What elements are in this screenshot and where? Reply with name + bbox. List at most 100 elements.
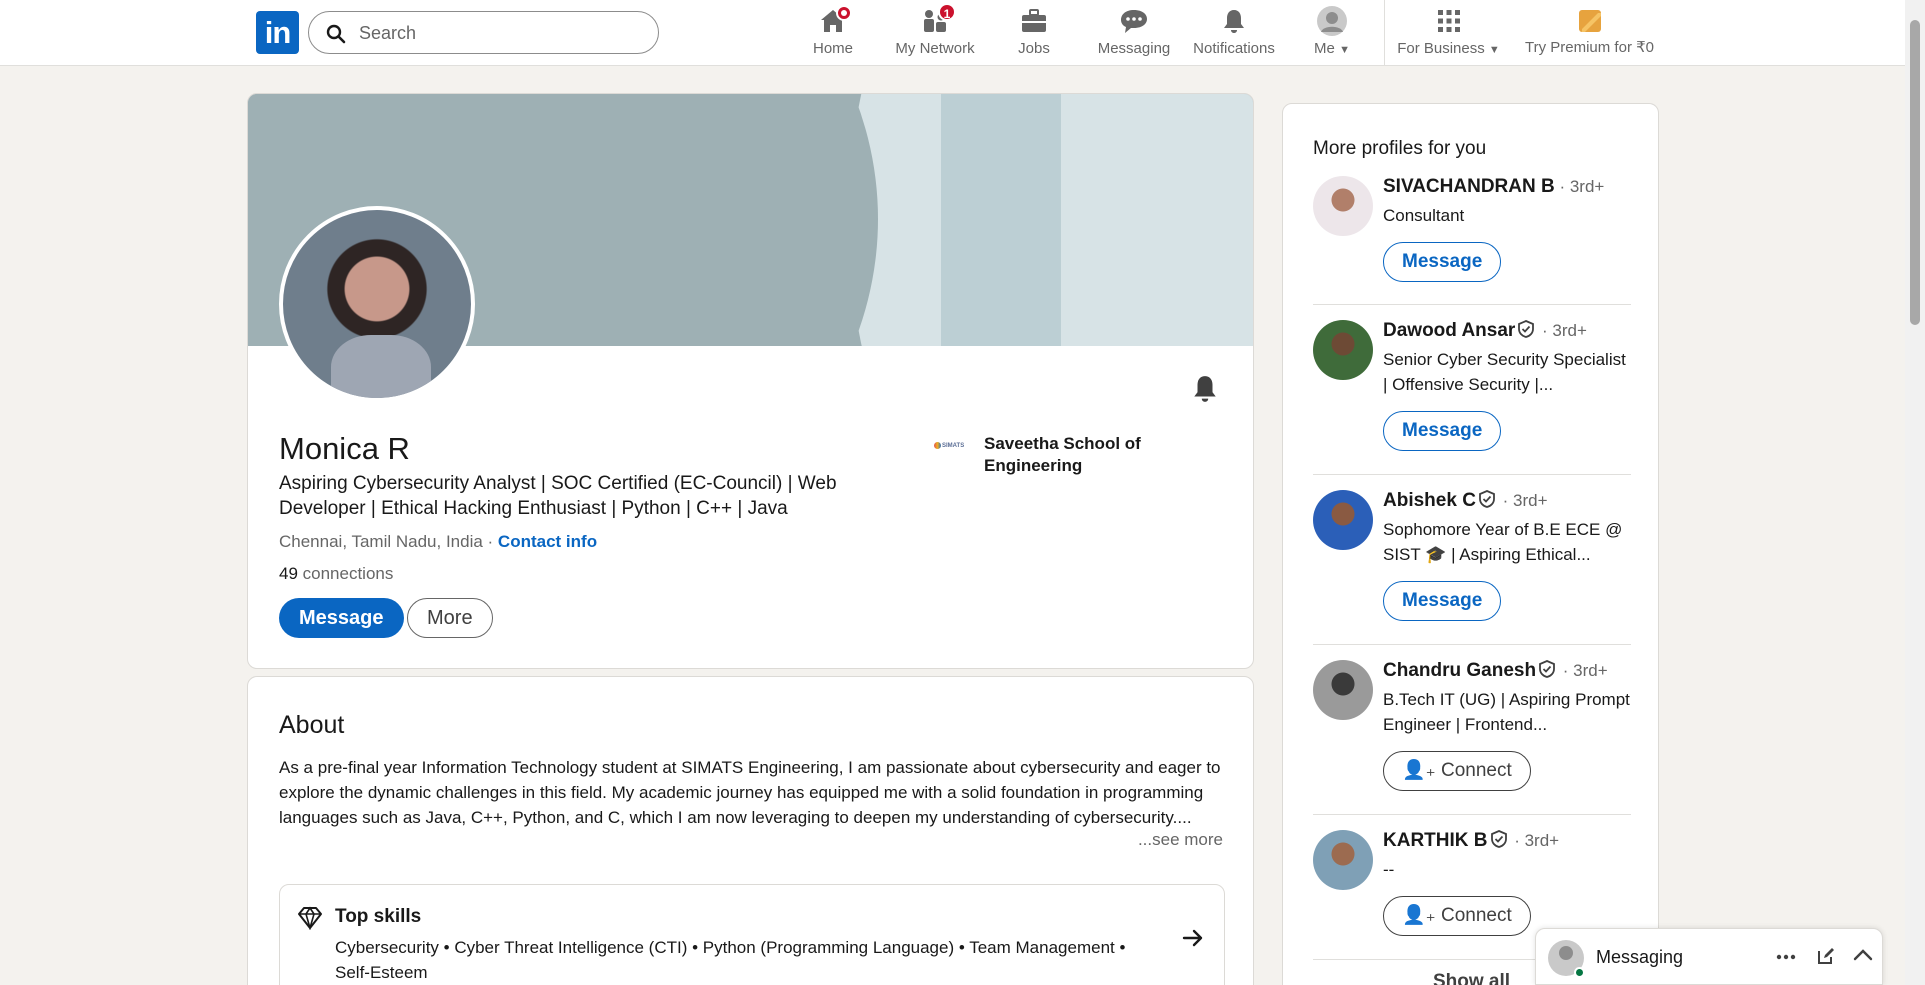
message-button[interactable]: Message	[1383, 242, 1502, 282]
profile-card: Monica R Aspiring Cybersecurity Analyst …	[247, 93, 1254, 669]
home-notification-dot	[836, 5, 852, 21]
bell-icon	[1194, 376, 1216, 402]
divider	[1313, 474, 1631, 475]
divider	[1313, 644, 1631, 645]
search-box[interactable]	[308, 11, 659, 54]
connections-label: connections	[297, 564, 394, 583]
connect-button[interactable]: 👤₊ Connect	[1383, 896, 1531, 936]
verified-shield-icon	[1539, 660, 1555, 678]
suggestion-avatar[interactable]	[1313, 830, 1373, 890]
school-logo: SIMATS	[934, 439, 972, 453]
top-skills-title: Top skills	[335, 906, 422, 927]
see-more-link[interactable]: ...see more	[1138, 830, 1223, 850]
nav-messaging-label: Messaging	[1097, 40, 1171, 57]
profile-photo[interactable]	[279, 206, 475, 402]
top-skills-list: Cybersecurity • Cyber Threat Intelligenc…	[335, 938, 1126, 982]
more-profiles-card: More profiles for you SIVACHANDRAN B · 3…	[1282, 103, 1659, 985]
nav-notifications-label: Notifications	[1193, 40, 1275, 57]
nav-try-premium-label: Try Premium for ₹0	[1524, 39, 1654, 56]
top-navigation-bar: in Home 1 My Network Jobs Messaging	[0, 0, 1905, 66]
suggestion-name[interactable]: Chandru Ganesh	[1383, 660, 1536, 681]
add-person-icon: 👤₊	[1402, 905, 1436, 926]
messaging-dock[interactable]: Messaging	[1535, 928, 1883, 985]
verified-shield-icon	[1479, 490, 1495, 508]
profile-location: Chennai, Tamil Nadu, India	[279, 532, 483, 551]
connect-button[interactable]: 👤₊ Connect	[1383, 751, 1531, 791]
search-input[interactable]	[359, 21, 639, 45]
profile-name: Monica R	[279, 431, 410, 466]
suggestion-avatar[interactable]	[1313, 176, 1373, 236]
profile-headline: Aspiring Cybersecurity Analyst | SOC Cer…	[279, 473, 837, 519]
verified-shield-icon	[1518, 320, 1535, 338]
page-scrollbar[interactable]	[1905, 0, 1925, 985]
contact-info-link[interactable]: Contact info	[498, 532, 597, 551]
suggestion-name[interactable]: SIVACHANDRAN B	[1383, 176, 1555, 197]
premium-icon	[1578, 10, 1601, 32]
nav-my-network[interactable]: 1 My Network	[890, 3, 980, 60]
message-button[interactable]: Message	[279, 598, 404, 638]
divider	[1313, 814, 1631, 815]
follow-bell-button[interactable]	[1191, 374, 1219, 409]
suggestion-avatar[interactable]	[1313, 660, 1373, 720]
nav-for-business[interactable]: For Business ▼	[1396, 6, 1501, 60]
profile-location-line: Chennai, Tamil Nadu, India · Contact inf…	[279, 532, 597, 552]
nav-jobs[interactable]: Jobs	[1009, 6, 1059, 60]
diamond-icon	[298, 906, 322, 930]
chevron-down-icon: ▼	[1339, 44, 1350, 56]
nav-me-label: Me	[1314, 40, 1335, 57]
add-person-icon: 👤₊	[1402, 760, 1436, 781]
connections-count[interactable]: 49 connections	[279, 564, 393, 584]
connect-label: Connect	[1440, 905, 1512, 926]
more-button[interactable]: More	[407, 598, 493, 638]
connection-degree: · 3rd+	[1558, 661, 1608, 680]
connection-degree: · 3rd+	[1509, 831, 1560, 850]
about-title: About	[279, 711, 345, 739]
location-separator: ·	[482, 532, 498, 551]
suggestion-headline: Senior Cyber Security Specialist | Offen…	[1383, 350, 1626, 394]
nav-home-label: Home	[812, 40, 853, 57]
arrow-right-icon[interactable]	[1182, 928, 1204, 948]
search-icon	[326, 24, 346, 44]
briefcase-icon	[1022, 9, 1046, 32]
about-card: About As a pre-final year Information Te…	[247, 676, 1254, 985]
divider	[1313, 304, 1631, 305]
compose-icon[interactable]	[1816, 946, 1836, 966]
suggestion-name[interactable]: Dawood Ansar	[1383, 320, 1515, 341]
chevron-down-icon: ▼	[1488, 44, 1500, 56]
nav-me[interactable]: Me ▼	[1308, 6, 1356, 60]
message-button[interactable]: Message	[1383, 411, 1502, 451]
connection-degree: · 3rd+	[1497, 491, 1548, 510]
suggestion-headline: --	[1383, 860, 1395, 879]
nav-messaging[interactable]: Messaging	[1094, 6, 1174, 60]
suggestion-name[interactable]: Abishek C	[1383, 490, 1476, 511]
online-status-dot	[1574, 967, 1585, 978]
suggestion-avatar[interactable]	[1313, 320, 1373, 380]
me-avatar	[1317, 6, 1347, 36]
suggestion-avatar[interactable]	[1313, 490, 1373, 550]
verified-shield-icon	[1490, 830, 1507, 848]
messaging-icon	[1121, 10, 1147, 33]
suggestion-headline: Consultant	[1383, 206, 1465, 225]
nav-try-premium[interactable]: Try Premium for ₹0	[1522, 6, 1657, 60]
nav-home[interactable]: Home	[808, 5, 858, 60]
message-button[interactable]: Message	[1383, 581, 1502, 621]
suggestion-name[interactable]: KARTHIK B	[1383, 830, 1488, 851]
messaging-dock-title[interactable]: Messaging	[1596, 947, 1683, 968]
more-options-icon[interactable]	[1776, 954, 1796, 960]
nav-jobs-label: Jobs	[1018, 40, 1050, 57]
nav-notifications[interactable]: Notifications	[1189, 6, 1279, 60]
connect-label: Connect	[1440, 760, 1512, 781]
connection-degree: · 3rd+	[1537, 321, 1587, 340]
suggestion-headline: Sophomore Year of B.E ECE @ SIST 🎓 | Asp…	[1383, 520, 1623, 564]
suggestion-headline: B.Tech IT (UG) | Aspiring Prompt Enginee…	[1383, 690, 1630, 734]
chevron-up-icon[interactable]	[1853, 949, 1873, 961]
apps-grid-icon	[1437, 10, 1460, 32]
about-text: As a pre-final year Information Technolo…	[279, 758, 1221, 827]
more-profiles-title: More profiles for you	[1313, 138, 1487, 159]
nav-my-network-label: My Network	[895, 40, 975, 57]
linkedin-logo[interactable]: in	[256, 11, 299, 54]
top-skills-box[interactable]: Top skills Cybersecurity • Cyber Threat …	[279, 884, 1225, 985]
nav-for-business-label: For Business	[1397, 40, 1485, 57]
network-badge: 1	[938, 3, 956, 21]
scrollbar-thumb[interactable]	[1910, 20, 1920, 325]
